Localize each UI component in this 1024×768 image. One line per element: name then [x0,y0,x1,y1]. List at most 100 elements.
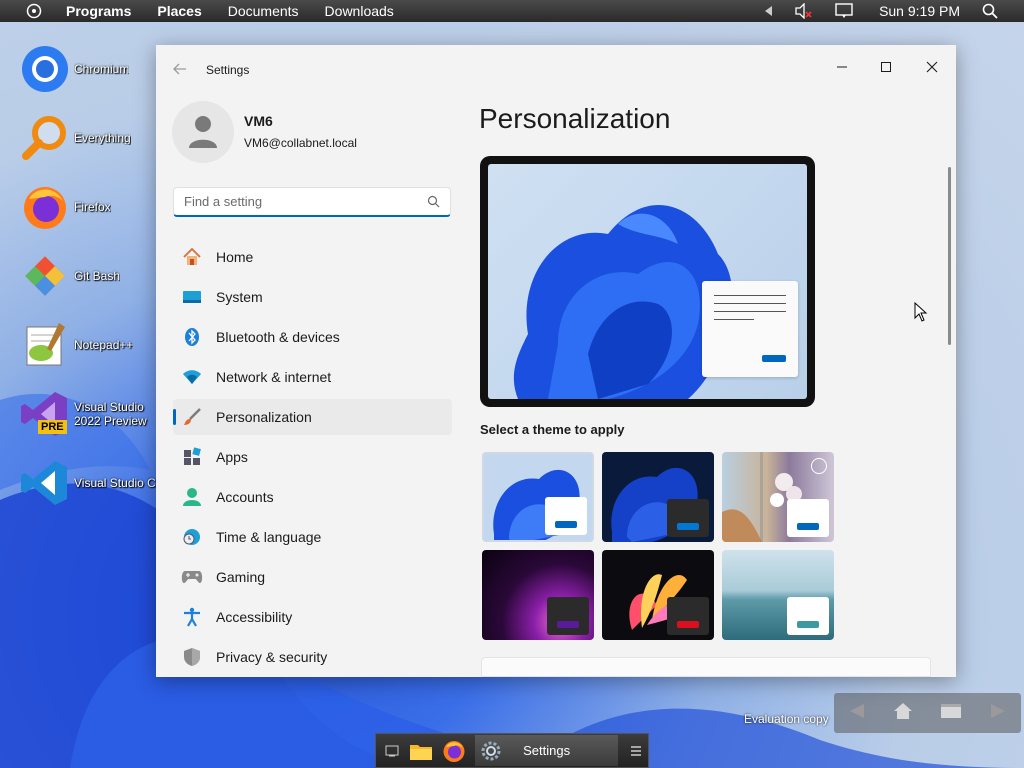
arrow-right-icon[interactable] [989,702,1007,725]
nav-item-apps[interactable]: Apps [173,439,452,475]
taskbar: Settings [375,733,649,768]
theme-captured-motion[interactable] [602,550,714,640]
desktop-icon-firefox[interactable]: Firefox [20,182,111,232]
nav-item-label: Home [216,249,254,265]
profile-name: VM6 [244,113,273,129]
desktop-icon-label: Visual Studio Code [74,476,156,490]
time-language-icon [181,526,203,548]
speaker-muted-icon[interactable] [795,3,813,19]
theme-glow[interactable] [482,550,594,640]
nav-item-system[interactable]: System [173,279,452,315]
desktop-icon-label: Firefox [74,200,111,214]
settings-window: Settings VM6 VM6@collabnet.local Home Sy… [156,45,956,677]
desktop-icon-label: Git Bash [74,269,121,283]
minimize-button[interactable] [826,53,858,81]
vscode-icon [20,458,70,508]
theme-windows-dark[interactable] [602,452,714,542]
search-icon [427,195,440,213]
gamepad-icon [181,566,203,588]
show-desktop-icon[interactable] [380,735,404,766]
back-button[interactable] [172,61,190,79]
firefox-icon[interactable] [437,735,471,766]
everything-search-icon [20,113,70,163]
nav-list: Home System Bluetooth & devices Network … [173,239,452,677]
chromium-icon [20,44,70,94]
nav-item-label: Apps [216,449,248,465]
scrollbar[interactable] [948,167,951,345]
preview-wallpaper [488,164,807,399]
desktop-icon-everything[interactable]: Everything [20,113,131,163]
desktop-icon-notepadpp[interactable]: Notepad++ [20,320,133,370]
arrow-left-icon[interactable] [765,6,773,16]
file-explorer-icon[interactable] [404,735,438,766]
nav-item-label: Privacy & security [216,649,328,665]
title-bar[interactable]: Settings [156,45,956,93]
desktop-icon-chromium[interactable]: Chromium [20,44,129,94]
downloads-menu[interactable]: Downloads [325,3,394,19]
page-title: Personalization [479,103,671,134]
desktop-icon-label: Notepad++ [74,338,134,352]
taskbar-settings-label: Settings [523,743,571,758]
search-icon[interactable] [982,3,998,19]
close-button[interactable] [916,53,948,81]
nav-item-personalization[interactable]: Personalization [173,399,452,435]
nav-item-time-language[interactable]: Time & language [173,519,452,555]
search-input[interactable] [184,188,424,214]
theme-flow[interactable] [722,550,834,640]
remote-nav-overlay [834,693,1021,733]
accessibility-icon [181,606,203,628]
programs-menu[interactable]: Programs [66,3,131,19]
nav-item-accessibility[interactable]: Accessibility [173,599,452,635]
window-icon[interactable] [940,703,962,724]
nav-item-label: Personalization [216,409,312,425]
nav-item-label: Network & internet [216,369,332,385]
nav-item-home[interactable]: Home [173,239,452,275]
notepadpp-icon [20,320,70,370]
arrow-left-icon[interactable] [848,702,866,725]
window-title: Settings [206,63,250,77]
nav-item-bluetooth[interactable]: Bluetooth & devices [173,319,452,355]
nav-item-accounts[interactable]: Accounts [173,479,452,515]
theme-windows-light[interactable] [482,452,594,542]
brush-icon [181,406,203,428]
nav-item-label: Accessibility [216,609,293,625]
home-icon [181,246,203,268]
nav-item-label: Accounts [216,489,274,505]
search-box[interactable] [173,187,451,217]
top-panel: Programs Places Documents Downloads Sun … [0,0,1024,22]
bluetooth-icon [181,326,203,348]
theme-spotlight[interactable] [722,452,834,542]
settings-gear-icon [481,741,501,764]
nav-item-label: System [216,289,263,305]
system-menu-icon[interactable] [26,3,42,19]
nav-item-label: Bluetooth & devices [216,329,340,345]
menu-icon[interactable] [624,735,648,766]
desktop-icon-visual-studio[interactable]: PRE Visual Studio 2022 Preview [20,389,156,439]
next-setting-card[interactable] [481,657,931,677]
desktop-icon-label: Everything [74,131,131,145]
shield-icon [181,646,203,668]
profile-email: VM6@collabnet.local [244,136,357,150]
nav-item-gaming[interactable]: Gaming [173,559,452,595]
documents-menu[interactable]: Documents [228,3,299,19]
accounts-icon [181,486,203,508]
wifi-icon [181,366,203,388]
preview-window-card [702,281,798,377]
firefox-icon [20,182,70,232]
preview-badge: PRE [38,420,67,434]
spotlight-icon [811,458,827,474]
nav-item-network[interactable]: Network & internet [173,359,452,395]
display-icon[interactable] [835,3,853,19]
theme-preview [480,156,815,407]
taskbar-settings-button[interactable]: Settings [474,735,619,766]
nav-item-privacy-security[interactable]: Privacy & security [173,639,452,675]
maximize-button[interactable] [870,53,902,81]
home-icon[interactable] [893,702,913,725]
clock[interactable]: Sun 9:19 PM [879,3,960,19]
places-menu[interactable]: Places [157,3,201,19]
avatar[interactable] [172,101,234,163]
apps-icon [181,446,203,468]
desktop-icon-git-bash[interactable]: Git Bash [20,251,120,301]
nav-item-label: Time & language [216,529,322,545]
desktop-icon-vscode[interactable]: Visual Studio Code [20,458,156,508]
